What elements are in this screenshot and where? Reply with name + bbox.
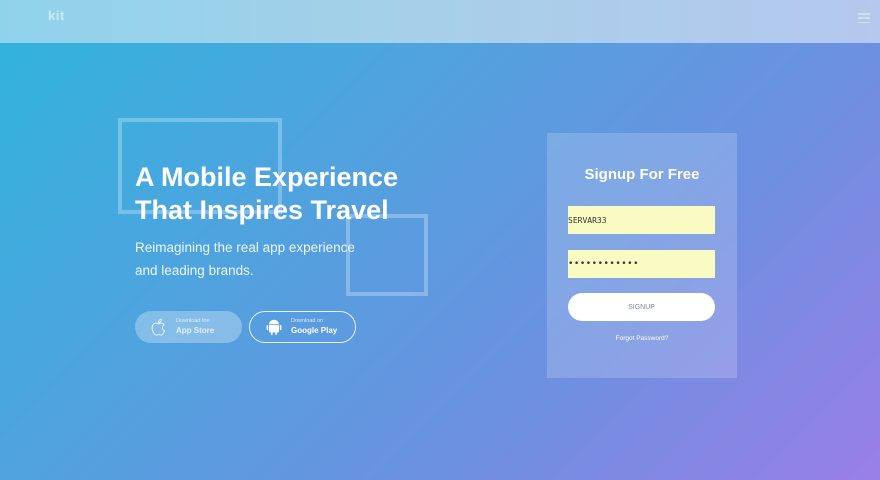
username-input[interactable] — [568, 206, 715, 234]
app-store-label: App Store — [176, 326, 215, 336]
signup-form-card: Signup For Free SIGNUP Forgot Password? — [547, 133, 737, 378]
forgot-password-link[interactable]: Forgot Password? — [547, 335, 737, 342]
google-play-button[interactable]: Download on Google Play — [249, 311, 356, 343]
android-icon — [264, 317, 284, 337]
signup-button[interactable]: SIGNUP — [568, 293, 715, 321]
top-navbar: kit — [0, 0, 880, 43]
hero-subtitle: Reimagining the real app experience and … — [135, 240, 355, 278]
app-store-button[interactable]: Download the App Store — [135, 311, 242, 343]
app-store-small-text: Download the — [176, 317, 210, 324]
apple-icon — [149, 317, 169, 337]
hero-title: A Mobile Experience That Inspires Travel — [135, 162, 399, 225]
password-input[interactable] — [568, 250, 715, 278]
hamburger-menu-icon[interactable] — [858, 13, 870, 23]
brand-logo[interactable]: kit — [48, 8, 65, 23]
google-play-label: Google Play — [291, 326, 338, 336]
signup-title: Signup For Free — [584, 166, 700, 183]
google-play-small-text: Download on — [291, 317, 324, 324]
